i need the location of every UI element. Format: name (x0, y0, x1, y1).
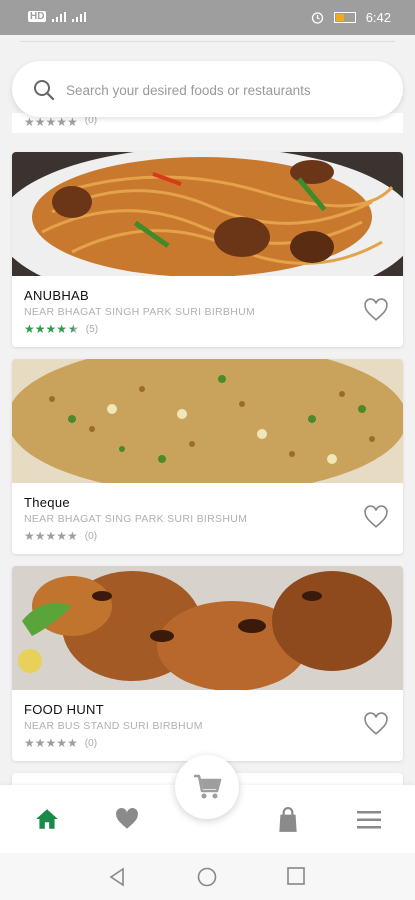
grilled-chicken-dish-image (12, 566, 403, 691)
restaurant-address: NEAR BHAGAT SINGH PARK SURI BIRBHUM (24, 306, 256, 318)
system-navigation-bar (0, 853, 415, 900)
rating-count: (0) (84, 530, 98, 542)
alarm-icon (311, 12, 323, 24)
restaurant-address: NEAR BHAGAT SING PARK SURI BIRSHUM (24, 513, 248, 525)
restaurant-name: ANUBHAB (24, 288, 89, 303)
rating-count: (0) (84, 737, 98, 749)
status-bar: HD 6:42 (0, 0, 415, 35)
rating-count: (5) (85, 323, 99, 335)
restaurant-name: Theque (24, 495, 70, 510)
status-time: 6:42 (365, 10, 391, 25)
favorites-heart-icon[interactable] (114, 807, 140, 831)
bag-icon[interactable] (276, 807, 300, 833)
battery-icon (333, 12, 356, 23)
signal-icon (52, 11, 67, 22)
rating-stars: ★★★★★ (0) (24, 115, 98, 129)
restaurant-card[interactable]: FOOD HUNT NEAR BUS STAND SURI BIRBHUM ★★… (12, 566, 403, 761)
favorite-heart-icon[interactable] (363, 505, 389, 529)
rating-count: (0) (84, 115, 98, 126)
signal-icon-2 (72, 11, 87, 22)
fried-rice-dish-image (12, 359, 403, 494)
restaurant-name: FOOD HUNT (24, 702, 104, 717)
recents-square-icon[interactable] (287, 867, 305, 890)
search-bar[interactable] (12, 61, 403, 117)
cart-button[interactable] (175, 755, 239, 819)
restaurant-card[interactable]: ANUBHAB NEAR BHAGAT SINGH PARK SURI BIRB… (12, 152, 403, 347)
status-icons-left: HD (28, 11, 87, 22)
home-circle-icon[interactable] (197, 867, 217, 892)
previous-content-edge (20, 35, 395, 42)
favorite-heart-icon[interactable] (363, 712, 389, 736)
search-icon (34, 80, 55, 101)
hd-indicator: HD (28, 11, 47, 22)
home-icon[interactable] (34, 807, 60, 831)
rating-stars: ★★★★★ (0) (24, 529, 98, 543)
back-icon[interactable] (108, 867, 126, 892)
restaurant-address: NEAR BUS STAND SURI BIRBHUM (24, 720, 203, 732)
favorite-heart-icon[interactable] (363, 298, 389, 322)
restaurant-card[interactable]: Theque NEAR BHAGAT SING PARK SURI BIRSHU… (12, 359, 403, 554)
cart-icon (194, 774, 222, 799)
rating-stars: ★★★★ ★ (5) (24, 322, 99, 336)
restaurant-list[interactable]: ★★★★★(0) ANUBHAB NEAR BHAGAT SINGH PARK … (0, 35, 415, 785)
status-icons-right: 6:42 (311, 10, 391, 25)
noodles-dish-image (12, 152, 403, 307)
search-input[interactable] (64, 75, 388, 105)
rating-stars: ★★★★★ (0) (24, 736, 98, 750)
menu-icon[interactable] (357, 811, 381, 829)
